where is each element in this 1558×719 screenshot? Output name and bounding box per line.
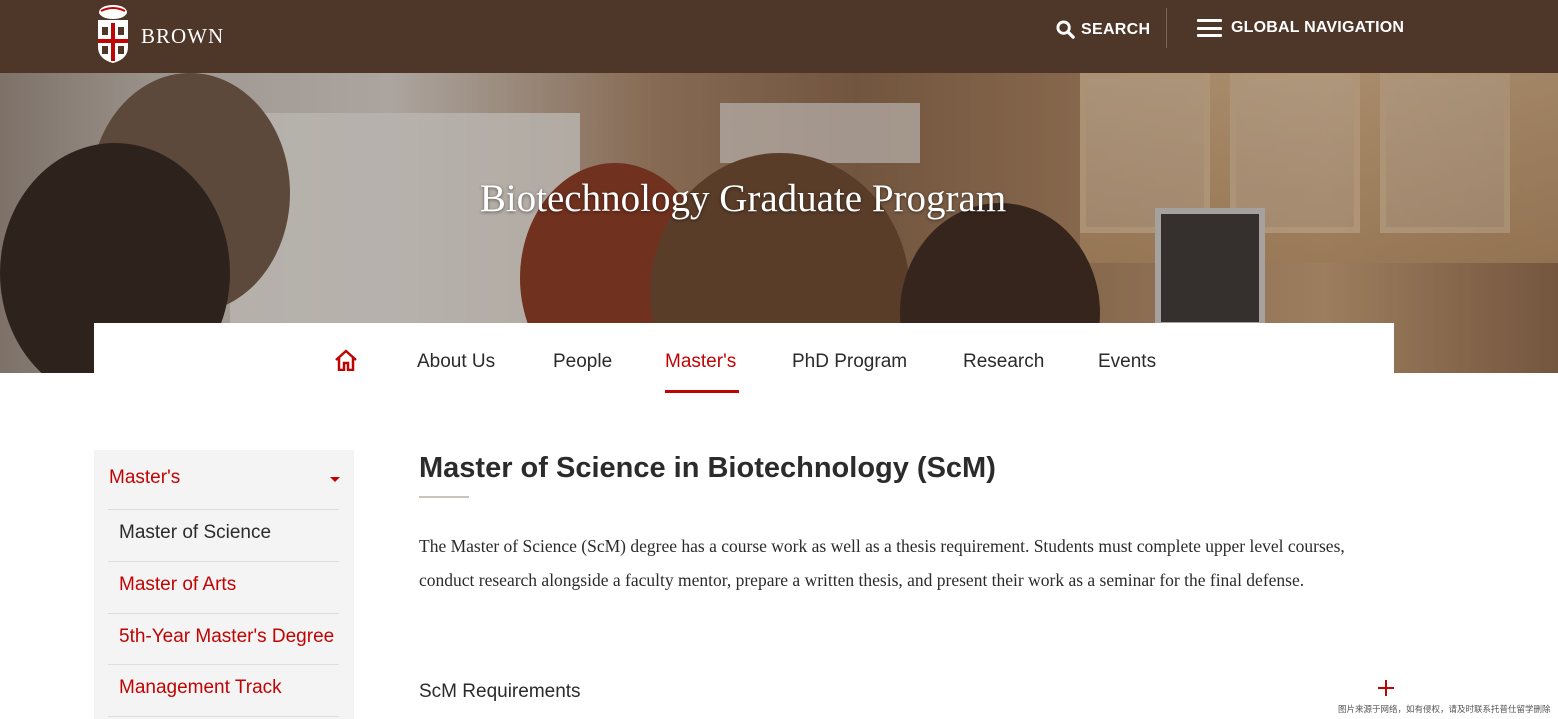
- sidebar-item-management-track[interactable]: Management Track: [108, 664, 339, 716]
- sidebar-heading-masters[interactable]: Master's: [109, 467, 180, 489]
- shield-icon: [95, 3, 131, 63]
- nav-active-underline: [665, 390, 739, 393]
- watermark-text: 图片来源于网络，如有侵权，请及时联系托普仕留学删除: [1338, 704, 1551, 714]
- sidebar-item-label: 5th-Year Master's Degree: [119, 626, 335, 647]
- section-navigation: About Us People Master's PhD Program Res…: [94, 323, 1394, 393]
- top-bar: BROWN SEARCH GLOBAL NAVIGATION: [0, 0, 1558, 73]
- nav-phd-program[interactable]: PhD Program: [792, 351, 907, 373]
- sidebar-item-label: Master of Science: [119, 522, 272, 543]
- sidebar: Master's Master of Science Master of Art…: [94, 450, 354, 719]
- accordion-scm-requirements[interactable]: ScM Requirements: [419, 681, 581, 703]
- search-icon: [1056, 20, 1075, 39]
- page-title: Master of Science in Biotechnology (ScM): [419, 452, 996, 484]
- intro-paragraph: The Master of Science (ScM) degree has a…: [419, 536, 1345, 590]
- nav-about-us[interactable]: About Us: [417, 351, 495, 373]
- search-label: SEARCH: [1081, 20, 1151, 38]
- chevron-down-icon[interactable]: [330, 477, 340, 482]
- logo-wordmark: BROWN: [141, 23, 225, 48]
- header-divider: [1166, 8, 1167, 48]
- nav-masters[interactable]: Master's: [665, 351, 736, 373]
- sidebar-item-master-of-science[interactable]: Master of Science: [108, 509, 339, 561]
- global-navigation-button[interactable]: GLOBAL NAVIGATION: [1197, 19, 1404, 37]
- brown-logo[interactable]: BROWN: [95, 3, 224, 63]
- sidebar-item-label: Master of Arts: [119, 574, 237, 595]
- nav-people[interactable]: People: [553, 351, 612, 373]
- plus-icon[interactable]: [1377, 679, 1395, 697]
- home-icon: [335, 349, 357, 372]
- title-divider: [419, 496, 469, 498]
- global-navigation-label: GLOBAL NAVIGATION: [1231, 19, 1405, 36]
- nav-events[interactable]: Events: [1098, 351, 1156, 373]
- search-button[interactable]: SEARCH: [1056, 20, 1150, 39]
- sidebar-item-master-of-arts[interactable]: Master of Arts: [108, 561, 339, 613]
- home-link[interactable]: [334, 349, 358, 376]
- hamburger-icon: [1197, 19, 1222, 37]
- site-title: Biotechnology Graduate Program: [479, 177, 1007, 220]
- sidebar-item-5th-year-masters[interactable]: 5th-Year Master's Degree: [108, 613, 339, 665]
- sidebar-item-label: Management Track: [119, 677, 282, 698]
- nav-research[interactable]: Research: [963, 351, 1044, 373]
